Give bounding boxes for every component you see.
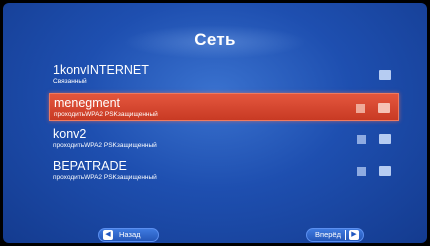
forward-button[interactable]: Вперёд ▶ [306,228,364,242]
network-status: проходитьWPA2 PSKзащищенный [53,174,157,181]
network-row-1konvinternet[interactable]: 1konvINTERNET Связанный [49,61,399,89]
back-button[interactable]: ◀ Назад [98,228,159,242]
network-status: Связанный [53,78,87,85]
network-name: BEPATRADE [53,159,127,173]
lock-icon [357,167,366,176]
wifi-signal-icon [378,103,390,113]
wifi-signal-icon [379,70,391,80]
network-row-bepatrade[interactable]: BEPATRADE проходитьWPA2 PSKзащищенный [49,157,399,185]
arrow-left-icon: ◀ [103,230,113,240]
wifi-signal-icon [379,134,391,144]
network-row-menegment[interactable]: menegment проходитьWPA2 PSKзащищенный [49,93,399,121]
back-button-label: Назад [119,230,141,239]
wifi-signal-icon [379,166,391,176]
network-status: проходитьWPA2 PSKзащищенный [53,142,157,149]
network-name: 1konvINTERNET [53,63,149,77]
lock-icon [357,135,366,144]
network-name: konv2 [53,127,87,141]
network-list: 1konvINTERNET Связанный menegment проход… [49,61,399,189]
network-row-konv2[interactable]: konv2 проходитьWPA2 PSKзащищенный [49,125,399,153]
arrow-right-icon: ▶ [348,230,359,240]
network-name: menegment [54,96,121,110]
lock-icon [356,104,365,113]
network-status: проходитьWPA2 PSKзащищенный [54,111,158,118]
button-divider [344,230,346,240]
forward-button-label: Вперёд [315,230,341,239]
tv-network-screen: Сеть 1konvINTERNET Связанный menegment п… [3,3,427,243]
page-title: Сеть [194,30,236,49]
